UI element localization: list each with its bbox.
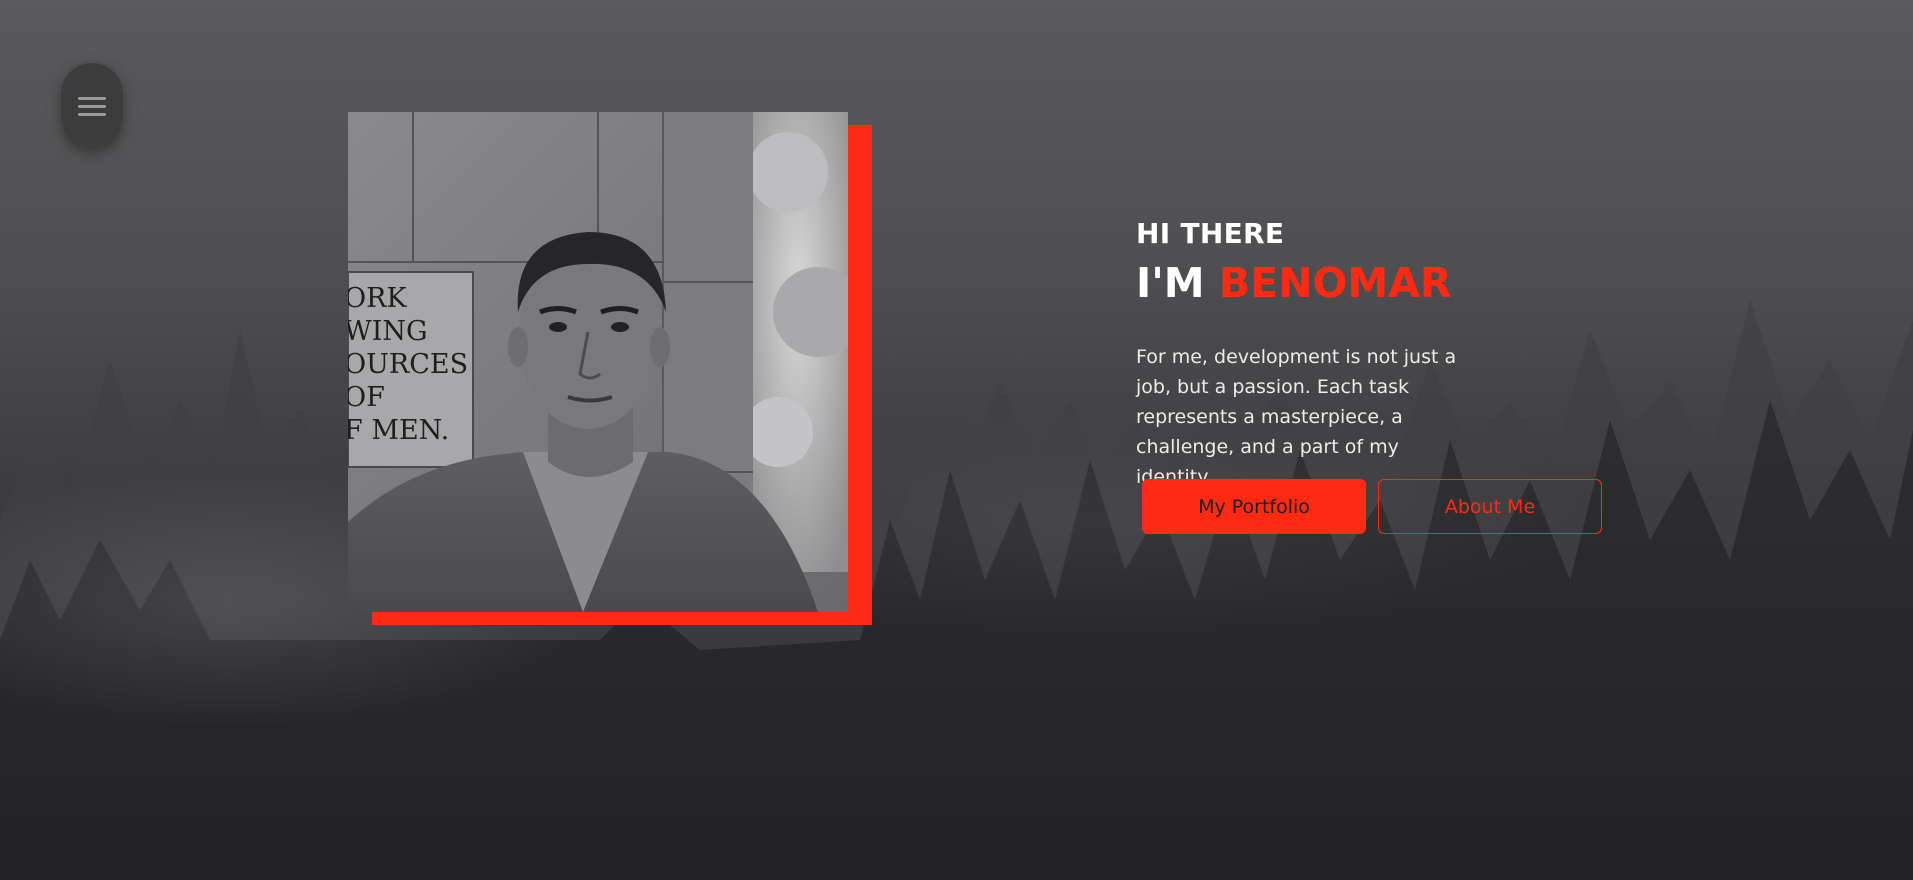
name-highlight: BENOMAR	[1218, 259, 1452, 307]
menu-button[interactable]	[61, 63, 123, 149]
profile-photo: ORK WING OURCES OF F MEN.	[348, 112, 848, 612]
hero-buttons: My Portfolio About Me	[1142, 479, 1602, 534]
my-portfolio-button[interactable]: My Portfolio	[1142, 479, 1366, 534]
about-me-button[interactable]: About Me	[1378, 479, 1602, 534]
svg-text:WING: WING	[348, 316, 428, 347]
name-heading: I'M BENOMAR	[1136, 258, 1656, 308]
svg-text:ORK: ORK	[348, 283, 407, 314]
page: ORK WING OURCES OF F MEN. HI THERE I'M B…	[0, 0, 1913, 880]
svg-text:OF: OF	[348, 382, 385, 413]
greeting-heading: HI THERE	[1136, 217, 1285, 250]
name-prefix: I'M	[1136, 259, 1219, 307]
hero-section: HI THERE I'M BENOMAR For me, development…	[1136, 214, 1656, 534]
svg-text:OURCES: OURCES	[348, 349, 468, 380]
portrait-illustration: ORK WING OURCES OF F MEN.	[348, 112, 848, 612]
hero-description: For me, development is not just a job, b…	[1136, 346, 1457, 488]
svg-text:F MEN.: F MEN.	[348, 415, 449, 446]
hamburger-menu-icon	[78, 96, 106, 116]
